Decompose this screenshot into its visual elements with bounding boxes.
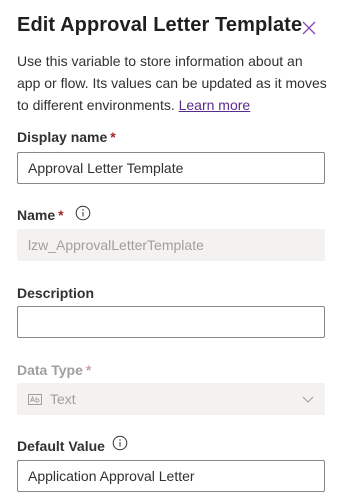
edit-variable-panel: Edit Approval Letter Template Use this v…	[0, 0, 340, 504]
close-icon	[302, 21, 316, 35]
chevron-down-icon	[302, 396, 314, 403]
default-value-input[interactable]: Application Approval Letter	[17, 460, 325, 492]
display-name-input[interactable]: Approval Letter Template	[17, 152, 325, 184]
required-marker: *	[58, 207, 64, 223]
learn-more-link[interactable]: Learn more	[179, 97, 251, 113]
data-type-label-text: Data Type	[17, 362, 83, 378]
display-name-label-text: Display name	[17, 129, 108, 145]
required-marker: *	[110, 129, 116, 145]
name-value: lzw_ApprovalLetterTemplate	[28, 237, 204, 253]
default-value-value: Application Approval Letter	[28, 468, 195, 484]
data-type-label: Data Type *	[17, 362, 91, 378]
info-icon[interactable]	[112, 435, 128, 451]
close-button[interactable]	[298, 17, 320, 39]
description-label: Description	[17, 285, 95, 301]
default-value-label: Default Value	[17, 438, 105, 454]
name-input: lzw_ApprovalLetterTemplate	[17, 229, 325, 261]
panel-description: Use this variable to store information a…	[17, 50, 329, 116]
text-type-icon	[28, 393, 42, 405]
description-input[interactable]	[17, 306, 325, 338]
name-label-text: Name	[17, 207, 56, 223]
data-type-value: Text	[50, 391, 76, 407]
description-text: Use this variable to store information a…	[17, 53, 327, 113]
required-marker: *	[85, 362, 92, 378]
info-icon[interactable]	[75, 205, 91, 221]
name-label: Name *	[17, 207, 64, 223]
panel-title: Edit Approval Letter Template	[17, 14, 303, 36]
display-name-value: Approval Letter Template	[28, 160, 184, 176]
display-name-label: Display name *	[17, 129, 116, 145]
data-type-select: Text	[17, 383, 325, 415]
